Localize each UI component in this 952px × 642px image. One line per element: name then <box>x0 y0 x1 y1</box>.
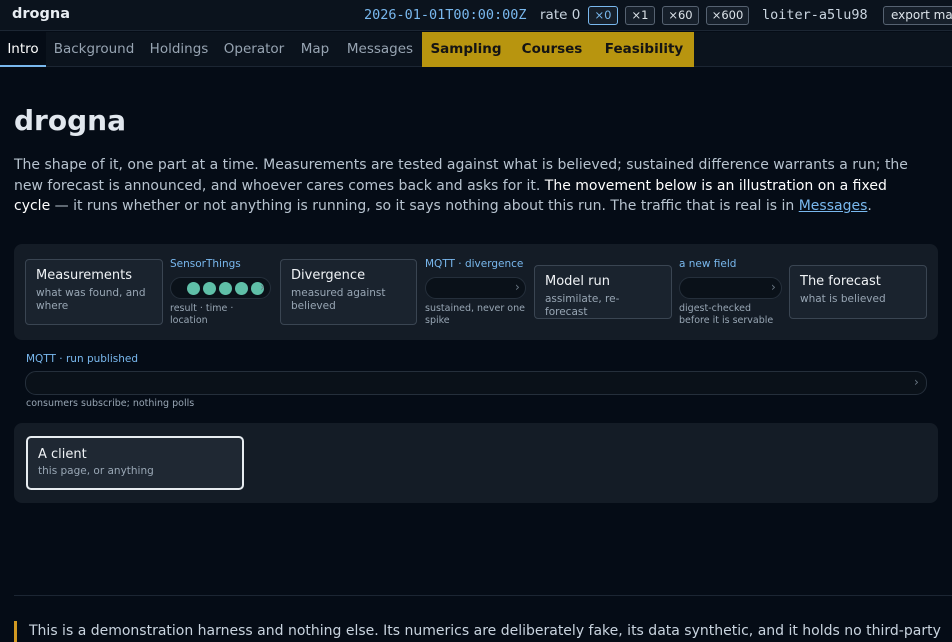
tab-operator[interactable]: Operator <box>216 32 292 67</box>
tab-map[interactable]: Map <box>292 32 338 67</box>
node-subtitle: what was found, and where <box>36 287 146 312</box>
tab-holdings[interactable]: Holdings <box>142 32 216 67</box>
bus-label: MQTT · run published <box>26 353 139 365</box>
connector-track-sensorthings: › <box>170 277 271 299</box>
connector-label-divergence: MQTT · divergence <box>425 258 524 270</box>
tab-background[interactable]: Background <box>46 32 142 67</box>
chevron-right-icon: › <box>771 280 776 294</box>
node-subtitle: measured against believed <box>291 287 386 312</box>
node-title: The forecast <box>800 274 881 289</box>
intro-paragraph: The shape of it, one part at a time. Mea… <box>14 155 919 217</box>
tab-courses[interactable]: Courses <box>510 32 594 67</box>
connector-note: result · time · location <box>170 303 234 326</box>
rate-x1-button[interactable]: ×1 <box>625 6 655 25</box>
top-bar: drogna 2026-01-01T00:00:00Z rate 0 ×0 ×1… <box>0 0 952 31</box>
tab-bar: Intro Background Holdings Operator Map M… <box>0 32 952 67</box>
tab-intro[interactable]: Intro <box>0 32 46 67</box>
node-title: A client <box>38 447 87 462</box>
node-title: Model run <box>545 274 610 289</box>
intro-end: . <box>867 198 872 214</box>
chevron-right-icon: › <box>914 375 919 389</box>
app-title: drogna <box>12 6 70 22</box>
node-forecast: The forecast what is believed <box>789 265 927 319</box>
tab-messages[interactable]: Messages <box>338 32 422 67</box>
connector-track-divergence: › <box>425 277 526 299</box>
node-measurements: Measurements what was found, and where <box>25 259 163 325</box>
divider <box>14 595 952 596</box>
rate-x600-button[interactable]: ×600 <box>706 6 749 25</box>
connector-note: sustained, never one spike <box>425 303 525 326</box>
message-dot <box>219 282 232 295</box>
tab-sampling[interactable]: Sampling <box>422 32 510 67</box>
connector-label-sensorthings: SensorThings <box>170 258 241 270</box>
connector-track-new-field: › <box>679 277 782 299</box>
rate-x0-button[interactable]: ×0 <box>588 6 618 25</box>
messages-link[interactable]: Messages <box>799 198 868 214</box>
sim-clock: 2026-01-01T00:00:00Z <box>364 7 527 23</box>
node-subtitle: assimilate, re-forecast <box>545 293 620 318</box>
node-subtitle: this page, or anything <box>38 465 154 477</box>
message-dot <box>187 282 200 295</box>
disclaimer: This is a demonstration harness and noth… <box>14 621 952 642</box>
chevron-right-icon: › <box>260 280 265 294</box>
message-dot <box>203 282 216 295</box>
bus-note: consumers subscribe; nothing polls <box>26 398 195 409</box>
node-title: Measurements <box>36 268 133 283</box>
node-divergence: Divergence measured against believed <box>280 259 417 325</box>
message-dot <box>235 282 248 295</box>
page-title: drogna <box>14 104 126 137</box>
client-node: A client this page, or anything <box>26 436 244 490</box>
node-subtitle: what is believed <box>800 293 886 305</box>
rate-x60-button[interactable]: ×60 <box>662 6 699 25</box>
connector-note: digest-checked before it is servable <box>679 303 774 326</box>
session-id: loiter-a5lu98 <box>762 7 868 23</box>
bus-track: › <box>25 371 927 395</box>
node-title: Divergence <box>291 268 366 283</box>
chevron-right-icon: › <box>515 280 520 294</box>
node-model-run: Model run assimilate, re-forecast <box>534 265 672 319</box>
connector-label-new-field: a new field <box>679 258 737 270</box>
export-manifest-button[interactable]: export manifest <box>883 6 952 25</box>
rate-label: rate 0 <box>540 7 581 23</box>
tab-feasibility[interactable]: Feasibility <box>594 32 694 67</box>
intro-text-2: — it runs whether or not anything is run… <box>50 198 799 214</box>
